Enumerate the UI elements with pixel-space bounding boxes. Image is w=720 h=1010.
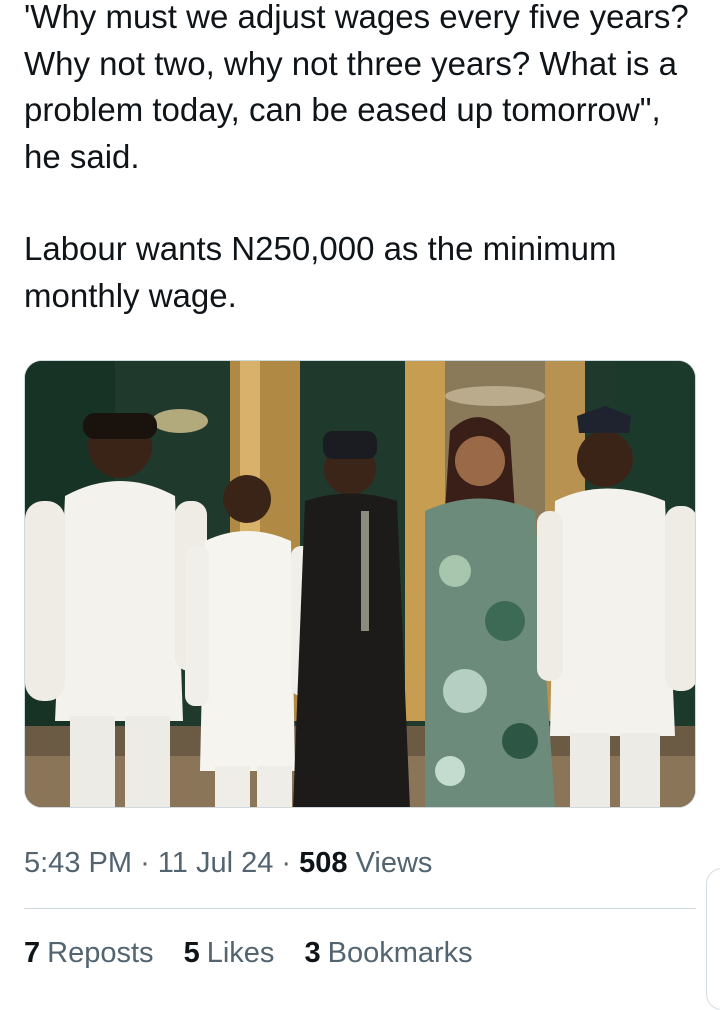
engagement-stats: 7 Reposts 5 Likes 3 Bookmarks (24, 937, 495, 970)
likes-label: Likes (206, 937, 275, 969)
likes-stat[interactable]: 5 Likes (184, 937, 275, 969)
meta-separator: · (140, 847, 150, 879)
tweet-paragraph: Labour wants N250,000 as the minimum mon… (24, 230, 617, 314)
bookmarks-count: 3 (304, 937, 321, 969)
views-count: 508 (299, 847, 348, 879)
tweet-photo[interactable] (24, 360, 696, 808)
divider (24, 908, 696, 909)
reposts-count: 7 (24, 937, 41, 969)
reposts-stat[interactable]: 7 Reposts (24, 937, 154, 969)
likes-count: 5 (183, 937, 200, 969)
group-photo-image (25, 361, 695, 807)
tweet-metadata: 5:43 PM · 11 Jul 24 · 508 Views (24, 847, 432, 880)
meta-separator: · (281, 847, 292, 879)
tweet-date[interactable]: 11 Jul 24 (158, 847, 274, 879)
bookmarks-label: Bookmarks (327, 937, 473, 969)
tweet-time[interactable]: 5:43 PM (24, 847, 132, 879)
tweet-paragraph: 'Why must we adjust wages every five yea… (24, 0, 689, 175)
views-label: Views (355, 847, 433, 879)
bookmarks-stat[interactable]: 3 Bookmarks (305, 937, 473, 969)
reposts-label: Reposts (47, 937, 154, 969)
overlay-card-edge (706, 868, 720, 1010)
tweet-text: 'Why must we adjust wages every five yea… (24, 0, 704, 319)
